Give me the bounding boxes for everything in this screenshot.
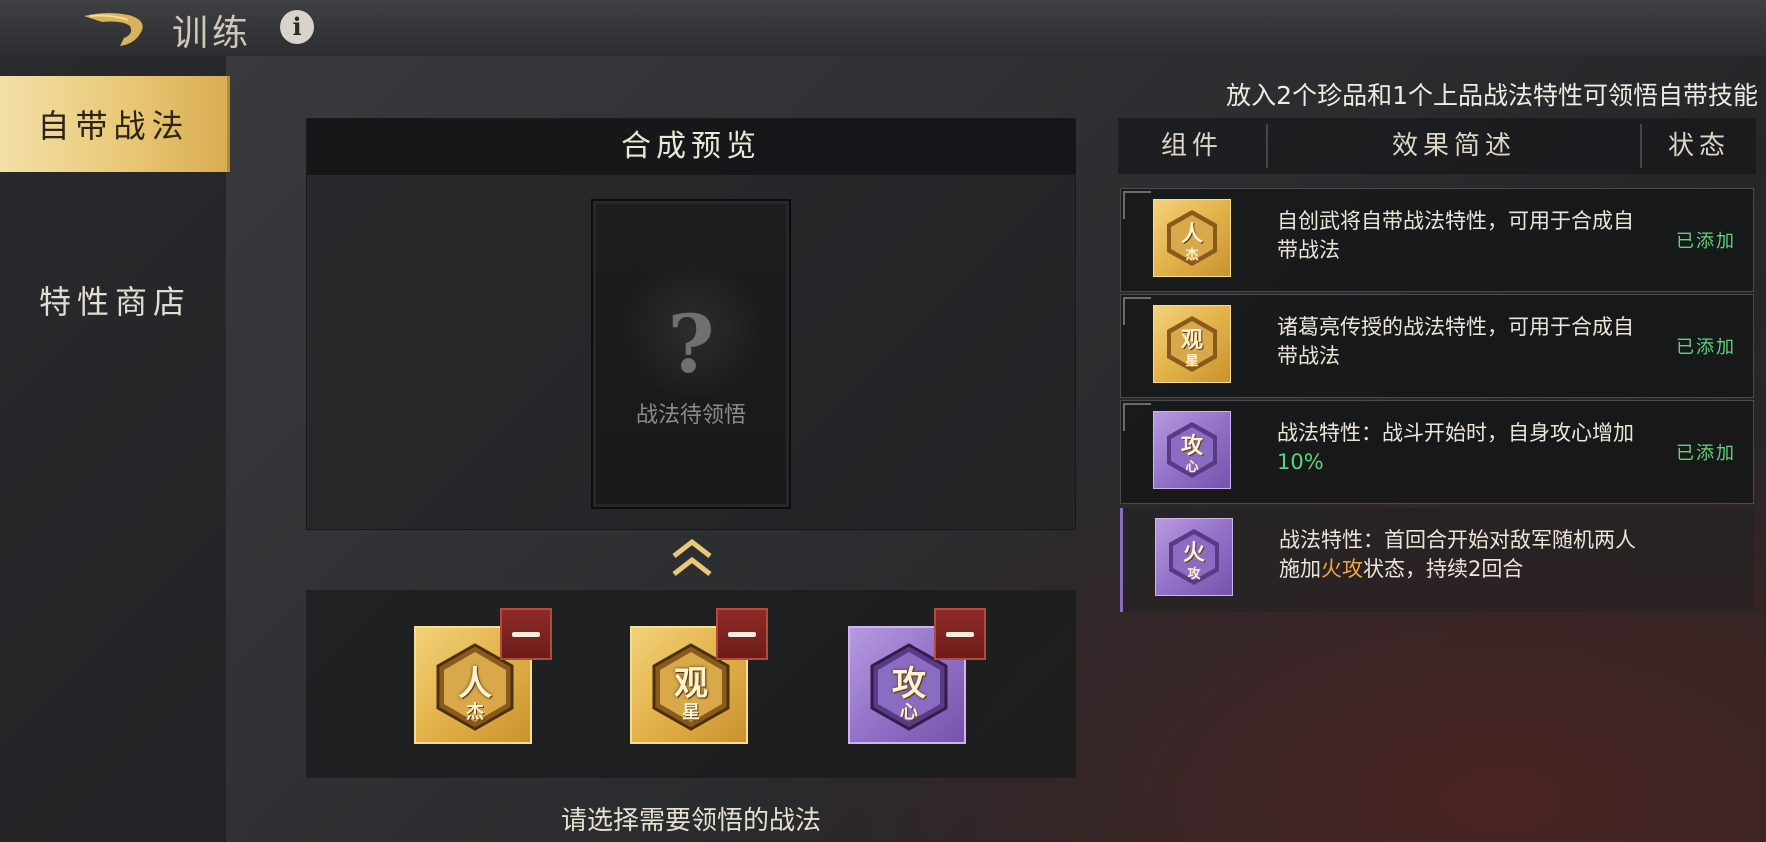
remove-button[interactable] [934,608,986,660]
component-row[interactable]: 人 杰 自创武将自带战法特性，可用于合成自带战法 已添加 [1120,188,1754,292]
double-chevron-up-icon [672,538,712,576]
component-table-header: 组件 效果简述 状态 [1118,118,1756,174]
row-description: 诸葛亮传授的战法特性，可用于合成自带战法 [1277,315,1634,368]
info-icon[interactable]: i [280,10,314,44]
status-added: 已添加 [1676,231,1736,252]
minus-icon [946,632,974,637]
slot-sub-char: 杰 [466,702,484,723]
material-slot-3[interactable]: 攻 心 [848,608,986,744]
trait-sub-char: 杰 [1185,248,1199,263]
remove-button[interactable] [500,608,552,660]
remove-button[interactable] [716,608,768,660]
row-description: 自创武将自带战法特性，可用于合成自带战法 [1277,209,1634,262]
desc-text: 战法特性：战斗开始时，自身攻心增加 [1277,421,1634,445]
trait-sub-char: 星 [1185,354,1199,369]
component-row[interactable]: 攻 心 战法特性：战斗开始时，自身攻心增加 10% 已添加 [1120,400,1754,504]
tab-trait-shop[interactable]: 特性商店 [0,252,230,348]
component-row-selected[interactable]: 火 攻 战法特性：首回合开始对敌军随机两人施加火攻状态，持续2回合 [1120,508,1754,612]
desc-highlight: 10% [1277,450,1324,474]
material-slots-panel: 人 杰 观 星 攻 心 [306,590,1076,778]
column-component: 组件 [1160,131,1223,161]
row-corner-ornament [1123,297,1151,325]
top-bar: 训练 i [0,0,1766,56]
material-slot-1[interactable]: 人 杰 [414,608,552,744]
page-title: 训练 [172,13,253,54]
row-description: 战法特性：战斗开始时，自身攻心增加 10% [1277,419,1637,477]
tab-innate-tactic[interactable]: 自带战法 [0,76,230,172]
sidebar: 自带战法 特性商店 [0,56,230,842]
desc-highlight: 火攻 [1321,557,1363,581]
question-mark-icon: ? [667,297,715,391]
desc-text: 状态，持续2回合 [1363,557,1524,581]
tactic-card-placeholder: ? 战法待领悟 [591,199,791,509]
minus-icon [512,632,540,637]
back-arrow-icon[interactable] [80,6,152,50]
status-added: 已添加 [1676,443,1736,464]
component-row[interactable]: 观 星 诸葛亮传授的战法特性，可用于合成自带战法 已添加 [1120,294,1754,398]
column-status: 状态 [1667,131,1730,161]
minus-icon [728,632,756,637]
trait-sub-char: 攻 [1187,567,1201,582]
row-corner-ornament [1123,191,1151,219]
trait-icon: 人 杰 [1153,199,1231,277]
select-tactic-hint: 请选择需要领悟的战法 [560,806,821,836]
preview-title: 合成预览 [307,119,1075,175]
material-slot-2[interactable]: 观 星 [630,608,768,744]
synthesis-preview-panel: 合成预览 ? 战法待领悟 [306,118,1076,530]
slot-sub-char: 心 [900,702,918,723]
row-corner-ornament [1123,403,1151,431]
card-label: 战法待领悟 [635,403,746,428]
status-added: 已添加 [1676,337,1736,358]
trait-icon: 火 攻 [1155,518,1233,596]
trait-sub-char: 心 [1185,460,1199,475]
row-description: 战法特性：首回合开始对敌军随机两人施加火攻状态，持续2回合 [1279,526,1639,584]
slot-sub-char: 星 [682,702,700,723]
trait-icon: 攻 心 [1153,411,1231,489]
requirement-text: 放入2个珍品和1个上品战法特性可领悟自带技能 [1226,81,1758,110]
trait-icon: 观 星 [1153,305,1231,383]
column-effect: 效果简述 [1391,131,1516,161]
